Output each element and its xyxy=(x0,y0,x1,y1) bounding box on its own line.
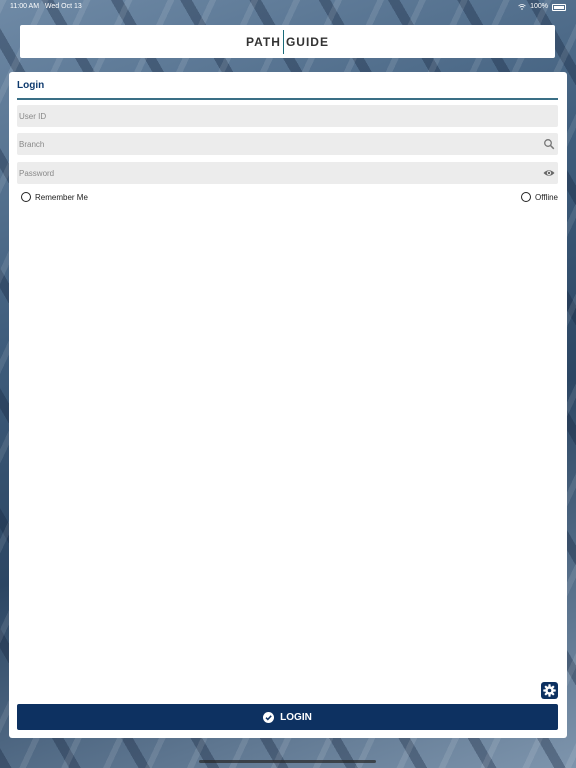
logo-text-left: PATH xyxy=(246,34,281,49)
offline-radio[interactable] xyxy=(521,192,532,202)
branch-field[interactable] xyxy=(17,133,558,155)
logo-divider xyxy=(282,29,284,54)
remember-me-label[interactable]: Remember Me xyxy=(35,193,88,202)
login-button[interactable]: LOGIN xyxy=(17,704,558,730)
status-time-date: 11:00 AM Wed Oct 13 xyxy=(10,0,82,14)
login-button-label: LOGIN xyxy=(280,711,312,723)
offline-option[interactable]: Offline xyxy=(521,192,558,202)
settings-button[interactable] xyxy=(541,682,558,699)
status-time: 11:00 AM xyxy=(10,3,40,10)
battery-icon xyxy=(552,3,566,11)
status-date: Wed Oct 13 xyxy=(44,3,82,10)
remember-me-radio[interactable] xyxy=(21,192,31,202)
wifi-icon xyxy=(518,4,526,10)
logo-bar: PATH GUIDE xyxy=(20,25,555,58)
title-divider xyxy=(17,98,558,100)
status-bar: 11:00 AM Wed Oct 13 100% xyxy=(0,0,576,14)
page-title: Login xyxy=(17,80,45,91)
password-field[interactable] xyxy=(17,162,558,184)
pathguide-logo: PATH GUIDE xyxy=(246,29,329,54)
home-indicator[interactable] xyxy=(199,760,376,763)
check-circle-icon xyxy=(263,711,275,723)
battery-percent: 100% xyxy=(530,3,548,10)
eye-icon[interactable] xyxy=(543,167,555,179)
user-id-field[interactable] xyxy=(17,105,558,127)
status-indicators: 100% xyxy=(518,0,566,14)
branch-input[interactable] xyxy=(17,133,558,155)
logo-text-right: GUIDE xyxy=(285,34,329,49)
remember-me-option[interactable]: Remember Me xyxy=(21,192,88,202)
search-icon[interactable] xyxy=(543,138,555,150)
password-input[interactable] xyxy=(17,162,558,184)
gear-icon xyxy=(543,684,556,697)
offline-label[interactable]: Offline xyxy=(535,193,558,202)
login-panel: Login Remember Me Offline xyxy=(9,72,567,738)
user-id-input[interactable] xyxy=(17,105,558,127)
